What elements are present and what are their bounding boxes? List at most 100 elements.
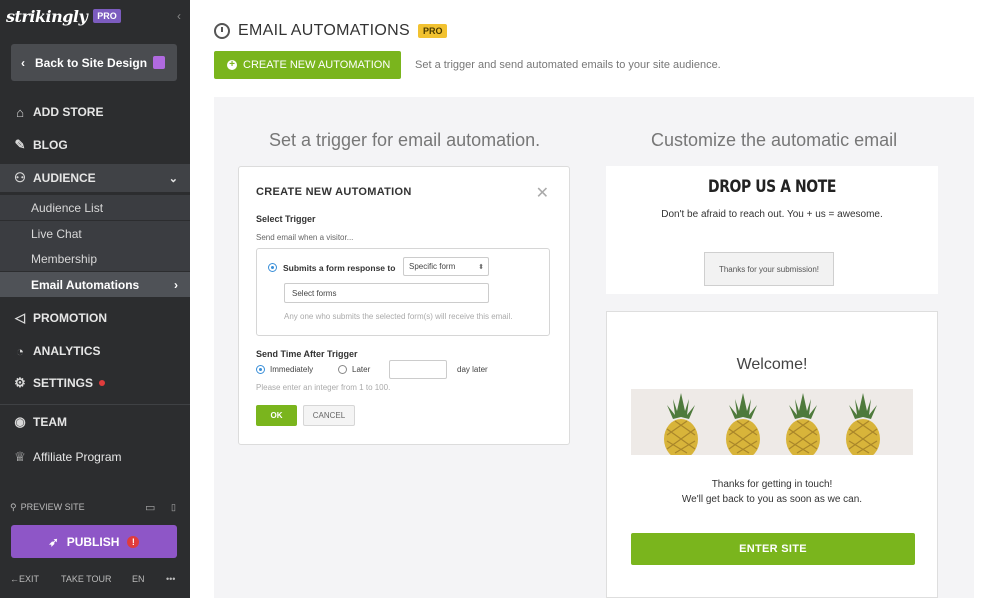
nav-label: ANALYTICS	[33, 344, 101, 358]
immediately-label: Immediately	[270, 365, 314, 374]
users-icon: ⚇	[14, 170, 26, 185]
pineapple	[846, 393, 880, 455]
drop-note-preview[interactable]: DROP US A NOTE Don't be afraid to reach …	[606, 166, 938, 294]
submission-button[interactable]: Thanks for your submission!	[704, 252, 834, 286]
select-arrows-icon: ⬍	[478, 263, 484, 271]
more-options-icon[interactable]: •••	[166, 574, 175, 584]
search-icon: ⚲	[10, 501, 17, 512]
sidebar: strikingly PRO ‹ ‹ Back to Site Design ⌂…	[0, 0, 190, 598]
page-title: EMAIL AUTOMATIONS	[238, 22, 410, 39]
pro-badge: PRO	[417, 24, 448, 38]
submits-form-label: Submits a form response to	[283, 263, 396, 273]
nav-blog[interactable]: ✎ BLOG	[0, 131, 190, 159]
nav-audience[interactable]: ⚇ AUDIENCE ⌄	[0, 164, 190, 192]
exit-label: EXIT	[19, 574, 40, 584]
email-column-title: Customize the automatic email	[651, 130, 898, 150]
nav-affiliate-program[interactable]: ♕ Affiliate Program	[0, 443, 190, 471]
select-trigger-label: Select Trigger	[256, 214, 316, 224]
clock-icon	[214, 23, 230, 39]
send-time-label: Send Time After Trigger	[256, 349, 358, 359]
back-button-label: Back to Site Design	[35, 55, 148, 70]
notification-dot	[99, 380, 106, 386]
pineapple	[664, 393, 698, 455]
trigger-box: Submits a form response to Specific form…	[256, 248, 550, 336]
note-subtitle: Don't be afraid to reach out. You + us =…	[661, 209, 883, 220]
trophy-icon: ♕	[14, 449, 26, 464]
submits-form-radio[interactable]	[268, 263, 277, 272]
ok-button[interactable]: OK	[256, 405, 297, 426]
days-input[interactable]	[389, 360, 447, 379]
integer-hint: Please enter an integer from 1 to 100.	[256, 383, 391, 392]
publish-button[interactable]: ➶ PUBLISH !	[11, 525, 177, 558]
publish-label: PUBLISH	[66, 534, 120, 549]
nav-label: BLOG	[33, 138, 68, 152]
form-type-value: Specific form	[409, 262, 456, 271]
megaphone-icon: ◁	[15, 310, 25, 325]
nav-label: PROMOTION	[33, 311, 107, 325]
later-label: Later	[352, 365, 371, 374]
nav-analytics[interactable]: ◔ ANALYTICS	[0, 337, 190, 365]
trigger-column-title: Set a trigger for email automation.	[269, 130, 541, 150]
create-new-automation-button[interactable]: + CREATE NEW AUTOMATION	[214, 51, 401, 79]
nav-label: SETTINGS	[33, 376, 94, 390]
cancel-button[interactable]: CANCEL	[303, 405, 355, 426]
nav-promotion[interactable]: ◁ PROMOTION	[0, 304, 190, 332]
card-title: CREATE NEW AUTOMATION	[256, 186, 412, 198]
send-when-label: Send email when a visitor...	[256, 233, 354, 242]
nav-label: ADD STORE	[33, 105, 104, 119]
select-forms-input[interactable]: Select forms	[284, 283, 489, 303]
welcome-title: Welcome!	[736, 356, 808, 373]
pie-chart-icon: ◔	[16, 343, 24, 359]
nav-label: TEAM	[33, 415, 67, 429]
desktop-icon[interactable]: ▭	[145, 501, 155, 514]
enter-site-button[interactable]: ENTER SITE	[631, 533, 915, 565]
pineapple	[786, 393, 820, 455]
create-description: Set a trigger and send automated emails …	[415, 59, 721, 71]
language-selector[interactable]: EN	[132, 574, 145, 584]
store-icon: ⌂	[16, 104, 24, 120]
sub-audience-list[interactable]: Audience List	[0, 195, 190, 220]
welcome-email-preview[interactable]: Welcome! Thanks for getting in touch! We…	[606, 311, 938, 598]
day-later-label: day later	[457, 365, 488, 374]
rocket-icon: ➶	[48, 534, 59, 549]
welcome-line-2: We'll get back to you as soon as we can.	[681, 494, 863, 505]
chevron-right-icon: ›	[174, 277, 178, 292]
note-title: DROP US A NOTE	[708, 177, 836, 197]
pineapple	[726, 393, 760, 455]
logo[interactable]: strikingly	[6, 7, 88, 26]
sub-live-chat[interactable]: Live Chat	[0, 221, 190, 246]
pineapples-image	[631, 389, 913, 455]
nav-label: AUDIENCE	[33, 171, 96, 185]
pro-badge: PRO	[93, 9, 121, 23]
sub-label: Email Automations	[31, 277, 140, 292]
sub-label: Audience List	[31, 200, 104, 215]
plus-icon: +	[227, 60, 237, 70]
preview-site-link[interactable]: PREVIEW SITE	[21, 502, 85, 512]
create-button-label: CREATE NEW AUTOMATION	[243, 59, 391, 71]
form-type-select[interactable]: Specific form ⬍	[403, 257, 489, 276]
nav-label: Affiliate Program	[33, 450, 122, 464]
close-icon[interactable]: ✕	[536, 183, 549, 203]
create-automation-card: CREATE NEW AUTOMATION ✕ Select Trigger S…	[238, 166, 570, 445]
brand: strikingly PRO	[6, 6, 121, 26]
sub-membership[interactable]: Membership	[0, 246, 190, 271]
sub-label: Membership	[31, 251, 98, 266]
exit-link[interactable]: ← EXIT	[10, 574, 39, 584]
team-icon: ◉	[14, 414, 26, 429]
later-radio[interactable]	[338, 365, 347, 374]
nav-add-store[interactable]: ⌂ ADD STORE	[0, 98, 190, 126]
divider	[0, 404, 190, 405]
gear-icon: ⚙	[14, 375, 26, 390]
page-header: EMAIL AUTOMATIONS PRO	[214, 22, 448, 40]
publish-alert-badge: !	[127, 535, 140, 548]
nav-team[interactable]: ◉ TEAM	[0, 408, 190, 436]
nav-settings[interactable]: ⚙ SETTINGS	[0, 369, 190, 397]
design-icon	[153, 56, 165, 69]
take-tour-link[interactable]: TAKE TOUR	[61, 574, 112, 584]
immediately-radio[interactable]	[256, 365, 265, 374]
sub-email-automations[interactable]: Email Automations ›	[0, 272, 190, 297]
back-to-site-design-button[interactable]: ‹ Back to Site Design	[11, 44, 177, 81]
mobile-icon[interactable]: ▯	[171, 502, 176, 513]
pen-icon: ✎	[14, 137, 26, 152]
collapse-sidebar-icon[interactable]: ‹	[177, 9, 181, 23]
